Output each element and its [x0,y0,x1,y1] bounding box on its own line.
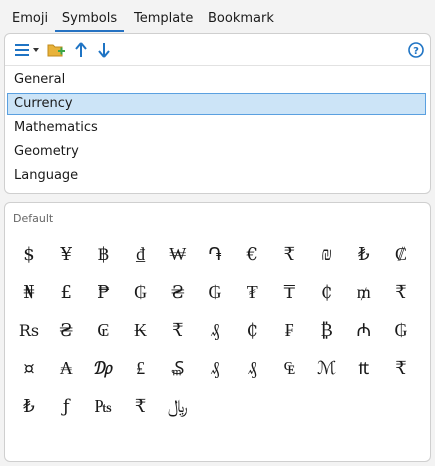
symbol-cell[interactable]: ₡ [383,241,419,269]
symbol-cell[interactable]: ₶ [346,355,382,383]
symbol-cell[interactable]: ฿ [85,241,121,269]
symbol-cell[interactable]: ₰ [197,355,233,383]
tab-symbols[interactable]: Symbols [55,10,124,32]
tab-bar: Emoji Symbols Template Bookmark [0,0,435,32]
symbol-cell[interactable]: ₪ [309,241,345,269]
symbol-cell[interactable]: ₣ [271,317,307,345]
symbol-cell[interactable]: ¤ [11,355,47,383]
symbol-cell[interactable]: ₴ [48,317,84,345]
symbol-cell[interactable]: ₷ [160,355,196,383]
symbol-cell[interactable]: ₢ [85,317,121,345]
symbol-cell[interactable]: ₲ [197,279,233,307]
arrow-down-icon[interactable] [96,40,112,60]
symbol-cell[interactable]: ₵ [234,317,270,345]
symbol-cell[interactable]: ₹ [383,355,419,383]
symbol-cell[interactable]: ₦ [11,279,47,307]
symbol-cell[interactable]: ₺ [346,241,382,269]
symbol-cell[interactable]: ₫ [123,241,159,269]
symbol-cell[interactable]: ₤ [123,355,159,383]
symbol-cell[interactable]: ƒ [48,393,84,421]
symbol-cell[interactable]: ₹ [271,241,307,269]
symbol-cell[interactable]: € [234,241,270,269]
tab-template[interactable]: Template [134,10,193,30]
category-currency[interactable]: Currency [7,93,426,115]
symbol-cell[interactable]: ₰ [197,317,233,345]
symbol-cell[interactable]: ₥ [346,279,382,307]
symbol-cell[interactable]: ₹ [383,279,419,307]
help-icon[interactable]: ? [407,40,425,60]
symbol-cell[interactable]: ₩ [160,241,196,269]
section-label: Default [13,212,54,225]
symbol-cell[interactable]: £ [48,279,84,307]
tab-emoji[interactable]: Emoji [12,10,48,30]
symbol-cell[interactable]: ₯ [85,355,121,383]
new-folder-icon[interactable] [46,40,66,60]
symbol-cell[interactable]: Rs [11,317,47,345]
symbol-cell[interactable]: ₰ [234,355,270,383]
symbol-cell[interactable]: $ [11,241,47,269]
symbol-cell[interactable]: ₸ [271,279,307,307]
category-general[interactable]: General [7,69,426,91]
symbol-cell[interactable]: ₼ [346,317,382,345]
symbol-cell[interactable]: ₧ [85,393,121,421]
symbol-cell[interactable]: ₮ [234,279,270,307]
symbol-cell[interactable]: ₳ [48,355,84,383]
toolbar: ? [5,34,430,66]
symbol-cell[interactable]: ֏ [197,241,233,269]
arrow-up-icon[interactable] [73,40,89,60]
symbol-cell[interactable]: ₴ [160,279,196,307]
symbol-cell[interactable]: ₱ [85,279,121,307]
symbol-cell[interactable]: ₠ [271,355,307,383]
symbol-cell[interactable]: ₵ [309,279,345,307]
symbol-cell[interactable]: ₲ [383,317,419,345]
symbol-panel: Default $ ¥ ฿ ₫ ₩ ֏ € ₹ ₪ ₺ ₡ ₦ £ ₱ ₲ ₴ ₲ ₮ ₸ ₵ ₥ ₹ Rs ₴ ₢ ₭ ₹ ₰ ₵ ₣ ₿… [4,202,431,462]
svg-text:?: ? [413,46,419,57]
symbol-cell[interactable]: ₹ [160,317,196,345]
symbol-cell[interactable]: ₹ [123,393,159,421]
symbol-cell[interactable]: ℳ [309,355,345,383]
category-geometry[interactable]: Geometry [7,141,426,163]
category-panel: ? General Currency Mathematics Geometry … [4,33,431,194]
symbol-cell[interactable]: ₺ [11,393,47,421]
symbol-cell[interactable]: ₲ [123,279,159,307]
symbol-cell[interactable]: ¥ [48,241,84,269]
tab-bookmark[interactable]: Bookmark [208,10,274,30]
category-language[interactable]: Language [7,165,426,187]
menu-icon[interactable] [14,40,30,60]
category-mathematics[interactable]: Mathematics [7,117,426,139]
symbol-cell[interactable]: ₭ [123,317,159,345]
chevron-down-icon[interactable] [32,40,40,60]
symbol-cell[interactable]: ﷼ [160,393,196,421]
symbol-cell[interactable]: ₿ [309,317,345,345]
